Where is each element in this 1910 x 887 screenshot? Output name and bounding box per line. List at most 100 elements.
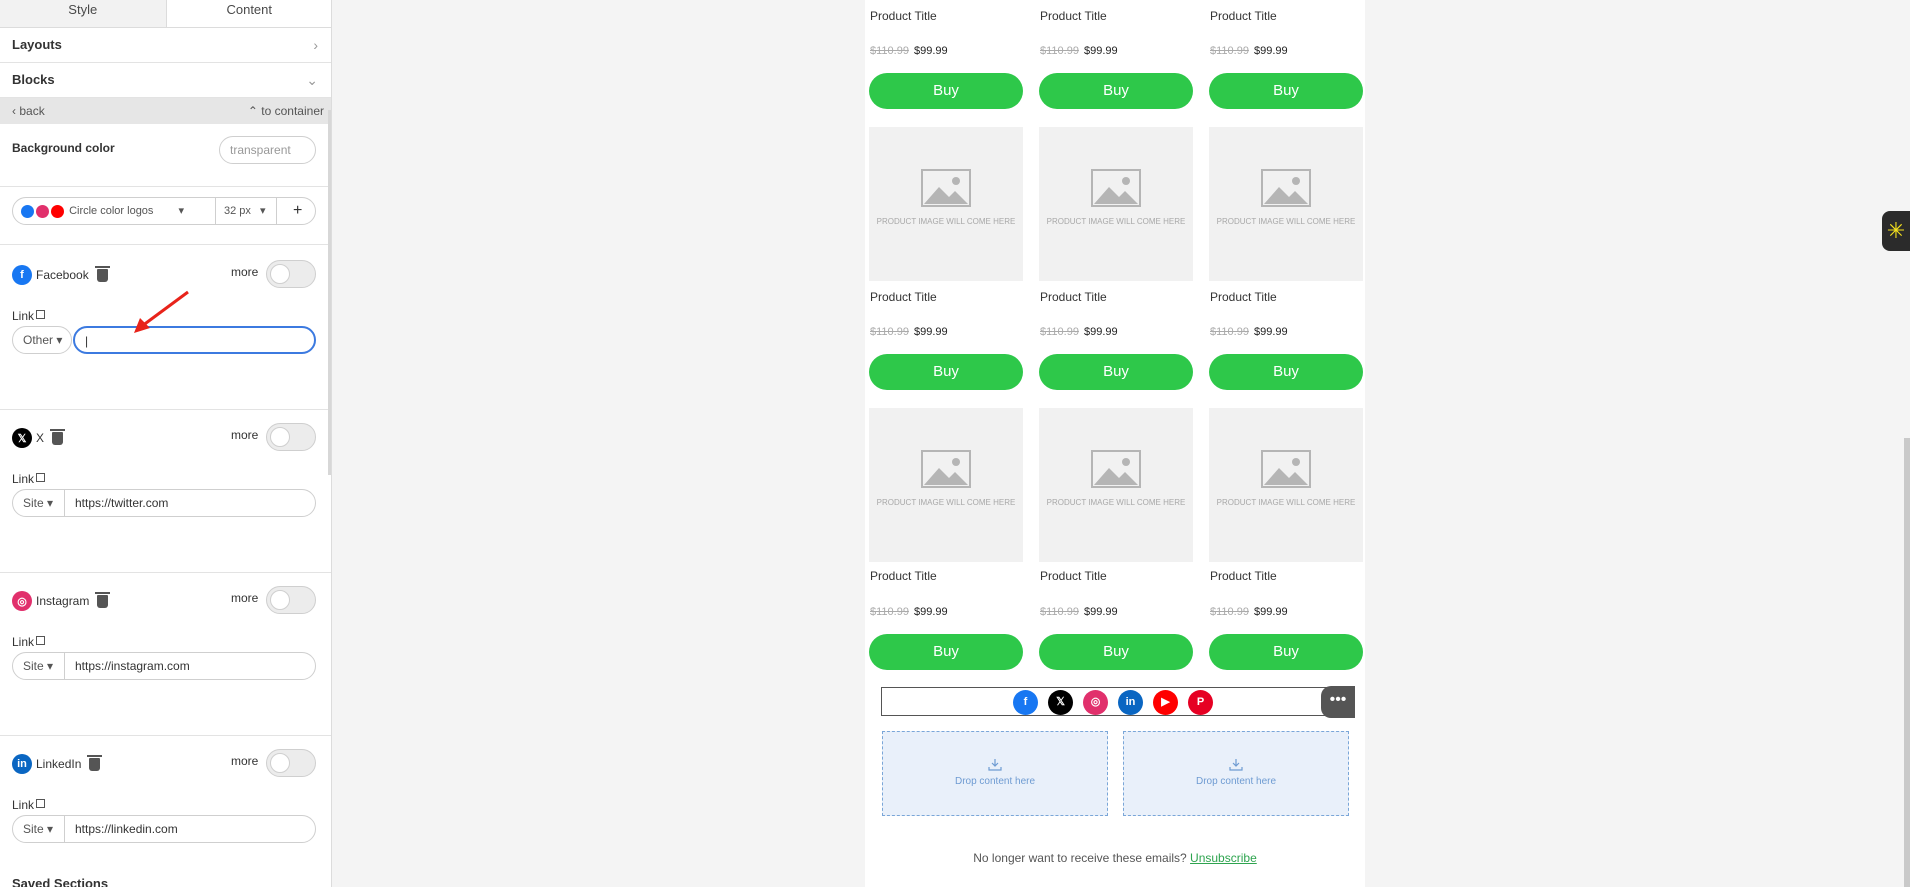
x-icon: 𝕏 xyxy=(1048,690,1073,715)
buy-button[interactable]: Buy xyxy=(1039,354,1193,390)
buy-button[interactable]: Buy xyxy=(1209,73,1363,109)
divider xyxy=(0,409,331,410)
link-type-text: Site xyxy=(23,659,44,673)
separator xyxy=(64,816,65,842)
product-image-text: PRODUCT IMAGE WILL COME HERE xyxy=(876,217,1016,226)
unsubscribe-text: No longer want to receive these emails? xyxy=(973,851,1187,865)
image-icon xyxy=(1091,450,1141,488)
link-type-select[interactable]: Site ▾ xyxy=(13,816,53,842)
buy-button[interactable]: Buy xyxy=(869,634,1023,670)
copy-icon[interactable] xyxy=(36,310,46,319)
instagram-link-input[interactable]: https://instagram.com xyxy=(75,653,190,679)
page-scrollbar[interactable] xyxy=(1904,438,1910,887)
link-label: Link xyxy=(12,472,46,486)
trash-icon[interactable] xyxy=(94,265,110,282)
accordion-blocks-label: Blocks xyxy=(12,72,55,87)
copy-icon[interactable] xyxy=(36,473,46,482)
buy-button[interactable]: Buy xyxy=(1039,634,1193,670)
buy-button[interactable]: Buy xyxy=(1209,354,1363,390)
trash-icon[interactable] xyxy=(50,428,66,445)
link-type-select[interactable]: Site ▾ xyxy=(13,490,53,516)
trash-icon[interactable] xyxy=(87,754,103,771)
buy-button[interactable]: Buy xyxy=(869,354,1023,390)
drop-zone-right[interactable]: Drop content here xyxy=(1123,731,1349,816)
linkedin-link-input[interactable]: https://linkedin.com xyxy=(75,816,178,842)
buy-button[interactable]: Buy xyxy=(1039,73,1193,109)
tab-content[interactable]: Content xyxy=(166,0,331,27)
more-toggle[interactable] xyxy=(266,749,316,777)
link-label: Link xyxy=(12,798,46,812)
product-title: Product Title xyxy=(1210,290,1277,304)
drop-zone-left[interactable]: Drop content here xyxy=(882,731,1108,816)
download-icon xyxy=(1229,759,1243,771)
product-image-text: PRODUCT IMAGE WILL COME HERE xyxy=(1046,217,1186,226)
unsubscribe-footer: No longer want to receive these emails? … xyxy=(865,851,1365,865)
unsubscribe-link[interactable]: Unsubscribe xyxy=(1190,851,1257,865)
accordion-blocks[interactable]: Blocks ⌄ xyxy=(0,63,331,98)
product-old-price: $110.99 xyxy=(1040,606,1079,618)
linkedin-icon: in xyxy=(12,754,32,774)
product-old-price: $110.99 xyxy=(870,45,909,57)
youtube-icon: ▶ xyxy=(1153,690,1178,715)
social-linkedin-header: in LinkedIn xyxy=(12,754,103,774)
toggle-knob xyxy=(270,427,290,447)
trash-icon[interactable] xyxy=(95,591,111,608)
tab-style[interactable]: Style xyxy=(0,0,167,27)
link-type-select[interactable]: Site ▾ xyxy=(13,653,53,679)
product-image-text: PRODUCT IMAGE WILL COME HERE xyxy=(1046,498,1186,507)
copy-icon[interactable] xyxy=(36,636,46,645)
back-button[interactable]: ‹ back xyxy=(12,98,45,124)
social-name-label: Facebook xyxy=(36,268,89,282)
buy-button[interactable]: Buy xyxy=(1209,634,1363,670)
more-options-button[interactable]: ••• xyxy=(1321,686,1355,718)
logo-style-label: Circle color logos xyxy=(69,205,154,217)
link-label-text: Link xyxy=(12,309,35,323)
image-icon xyxy=(921,169,971,207)
background-color-value: transparent xyxy=(230,143,291,157)
more-toggle[interactable] xyxy=(266,586,316,614)
more-toggle[interactable] xyxy=(266,423,316,451)
image-icon xyxy=(921,450,971,488)
logo-size-dropdown[interactable]: 32 px ▾ xyxy=(224,198,266,224)
background-color-input[interactable]: transparent xyxy=(219,136,316,164)
block-nav-bar: ‹ back ⌃ to container xyxy=(0,98,331,124)
more-label: more xyxy=(231,428,259,442)
x-link-input[interactable]: https://twitter.com xyxy=(75,490,168,516)
linkedin-icon: in xyxy=(1118,690,1143,715)
social-name-label: LinkedIn xyxy=(36,757,82,771)
settings-panel: Style Content Layouts › Blocks ⌄ ‹ back … xyxy=(0,0,332,887)
product-image-text: PRODUCT IMAGE WILL COME HERE xyxy=(1216,217,1356,226)
link-type-select[interactable]: Other ▾ xyxy=(12,326,72,354)
x-link-field: Site ▾ https://twitter.com xyxy=(12,489,316,517)
drop-zone-label: Drop content here xyxy=(954,776,1036,787)
buy-button[interactable]: Buy xyxy=(869,73,1023,109)
product-image-placeholder: PRODUCT IMAGE WILL COME HERE xyxy=(869,408,1023,562)
more-toggle[interactable] xyxy=(266,260,316,288)
divider xyxy=(0,244,331,245)
chevron-down-icon: ⌄ xyxy=(306,72,318,88)
logo-style-select: Circle color logos ▾ 32 px ▾ + xyxy=(12,197,316,225)
facebook-link-input[interactable]: | xyxy=(73,326,316,354)
logo-size-value: 32 px xyxy=(224,205,251,217)
divider xyxy=(0,572,331,573)
image-icon xyxy=(1091,169,1141,207)
caret-down-icon: ▾ xyxy=(178,205,185,217)
product-new-price: $99.99 xyxy=(1254,606,1288,618)
logo-style-dropdown[interactable]: Circle color logos ▾ xyxy=(21,198,184,224)
accordion-saved-sections[interactable]: Saved Sections xyxy=(12,876,108,887)
add-social-button[interactable]: + xyxy=(293,198,302,224)
accordion-layouts[interactable]: Layouts › xyxy=(0,28,331,63)
separator xyxy=(64,490,65,516)
product-old-price: $110.99 xyxy=(1040,326,1079,338)
to-container-button[interactable]: ⌃ to container xyxy=(248,98,324,124)
asterisk-widget-icon[interactable]: ✳ xyxy=(1882,211,1910,251)
product-title: Product Title xyxy=(1040,290,1107,304)
product-title: Product Title xyxy=(1210,9,1277,23)
copy-icon[interactable] xyxy=(36,799,46,808)
product-old-price: $110.99 xyxy=(870,606,909,618)
caret-down-icon: ▾ xyxy=(56,333,63,347)
panel-scrollbar[interactable] xyxy=(328,110,331,475)
social-icons-block[interactable]: f 𝕏 ◎ in ▶ P xyxy=(881,687,1349,716)
link-type-text: Site xyxy=(23,496,44,510)
social-instagram-header: ◎ Instagram xyxy=(12,591,111,611)
